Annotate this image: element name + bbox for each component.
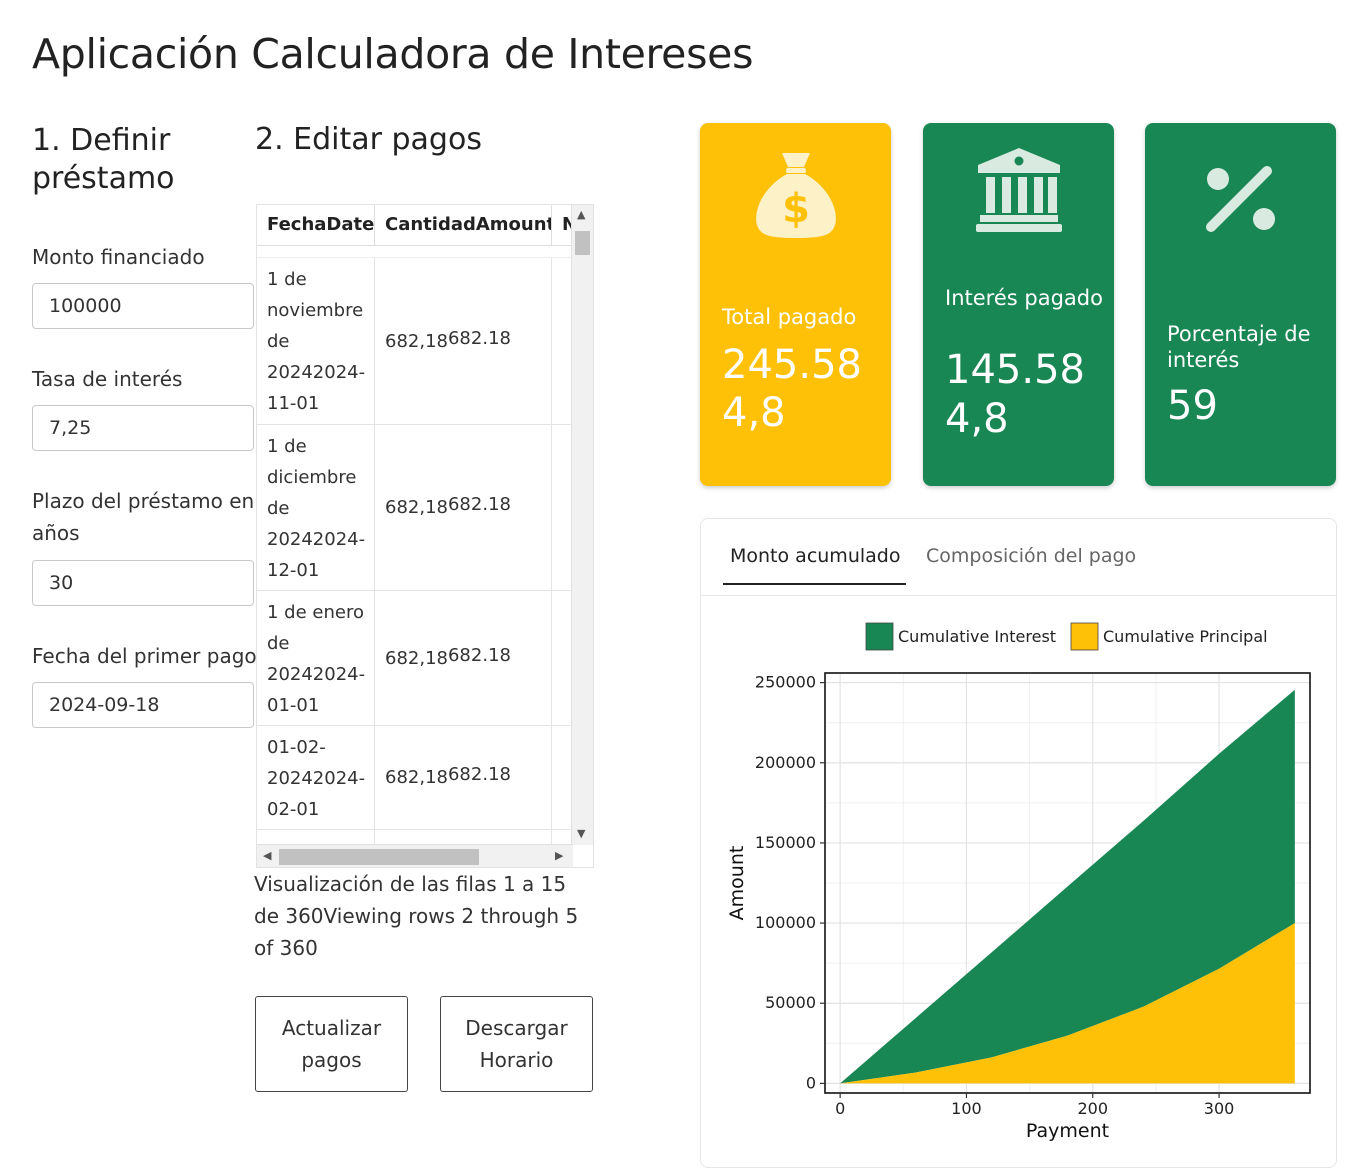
n-cell [552, 726, 573, 829]
bank-icon [923, 145, 1114, 235]
term-label: Plazo del préstamo en años [32, 489, 255, 545]
total-paid-value: 245.58 [722, 342, 862, 388]
money-bag-icon: $ [700, 149, 891, 239]
svg-text:$: $ [782, 186, 810, 232]
term-input[interactable]: 30 [32, 560, 254, 606]
amount-cell[interactable]: 682,18 682.18 [375, 258, 552, 424]
x-tick-label: 100 [951, 1099, 982, 1118]
page-title: Aplicación Calculadora de Intereses [32, 30, 754, 78]
y-tick-label: 0 [806, 1073, 816, 1092]
column-header-n[interactable]: N [552, 205, 573, 245]
horizontal-scrollbar[interactable]: ◀ ▶ [257, 844, 573, 867]
n-cell [552, 591, 573, 725]
rate-input[interactable]: 7,25 [32, 405, 254, 451]
date-cell[interactable]: 1 de noviembre de 20242024-11-01 [257, 258, 375, 424]
scroll-up-icon[interactable]: ▲ [577, 208, 585, 221]
payments-section-heading: 2. Editar pagos [255, 122, 482, 157]
chart-card: Monto acumulado Composición del pago 0 50… [700, 518, 1337, 1168]
amount-label: Monto financiado [32, 245, 205, 269]
interest-percentage-value: 59 [1167, 383, 1218, 429]
table-row[interactable]: 1 de diciembre de 20242024-12-01 682,18 6… [257, 425, 573, 591]
column-header-date[interactable]: FechaDate [257, 205, 375, 245]
total-paid-title: Total pagado [722, 305, 857, 329]
amount-cell[interactable]: 682,18 682.18 [375, 726, 552, 829]
amount-formatted: 682,18 [385, 647, 448, 669]
percent-icon [1145, 163, 1336, 243]
legend-label: Cumulative Principal [1103, 627, 1268, 646]
column-header-amount[interactable]: CantidadAmount [375, 205, 552, 245]
update-payments-button[interactable]: Actualizar pagos [255, 996, 408, 1092]
legend-key [865, 622, 894, 651]
horizontal-scroll-thumb[interactable] [279, 849, 479, 865]
x-tick-label: 300 [1204, 1099, 1235, 1118]
amount-cell[interactable]: 682,18 682.18 [375, 591, 552, 725]
table-info: Visualización de las filas 1 a 15 de 360… [254, 872, 579, 960]
total-paid-value-secondary: 4,8 [722, 390, 786, 436]
scroll-right-icon[interactable]: ▶ [555, 849, 563, 862]
tab-cumulative-amount[interactable]: Monto acumulado [723, 543, 907, 585]
n-cell [552, 258, 573, 424]
table-header: FechaDate CantidadAmount N [257, 205, 573, 246]
amount-input[interactable]: 100000 [32, 283, 254, 329]
scroll-down-icon[interactable]: ▼ [577, 827, 585, 840]
interest-percentage-title: Porcentaje de interés [1167, 322, 1311, 372]
first-payment-label: Fecha del primer pago [32, 644, 257, 668]
amount-raw: 682.18 [447, 644, 511, 666]
x-tick-label: 0 [835, 1099, 845, 1118]
amount-formatted: 682,18 [385, 330, 448, 352]
y-tick-label: 100000 [755, 913, 816, 932]
y-tick-label: 50000 [765, 993, 816, 1012]
payments-table[interactable]: FechaDate CantidadAmount N 1 de noviembr… [256, 204, 594, 868]
scroll-left-icon[interactable]: ◀ [263, 849, 271, 862]
date-cell[interactable]: 1 de diciembre de 20242024-12-01 [257, 425, 375, 590]
y-tick-label: 150000 [755, 833, 816, 852]
legend-label: Cumulative Interest [898, 627, 1056, 646]
total-paid-box: $ Total pagado 245.58 4,8 [700, 123, 891, 486]
x-tick-label: 200 [1077, 1099, 1108, 1118]
first-payment-input[interactable]: 2024-09-18 [32, 682, 254, 728]
x-axis-label: Payment [1026, 1120, 1109, 1142]
interest-paid-value: 145.58 [945, 347, 1085, 393]
interest-paid-value-secondary: 4,8 [945, 396, 1009, 442]
cumulative-area-chart: 0 50000 100000 150000 200000 250000 0 100 200 300… [726, 622, 1311, 1142]
n-cell [552, 425, 573, 590]
table-row[interactable]: 1 de noviembre de 20242024-11-01 682,18 6… [257, 258, 573, 425]
download-schedule-button[interactable]: Descargar Horario [440, 996, 593, 1092]
amount-raw: 682.18 [447, 494, 511, 515]
table-row[interactable]: 01-02-20242024-02-01 682,18 682.18 [257, 726, 573, 830]
interest-paid-title: Interés pagado [945, 286, 1103, 310]
amount-raw: 682.18 [447, 764, 511, 785]
interest-paid-box: Interés pagado 145.58 4,8 [923, 123, 1114, 486]
rate-label: Tasa de interés [32, 367, 183, 391]
date-cell[interactable]: 1 de enero de 20242024-01-01 [257, 591, 375, 725]
amount-cell[interactable]: 682,18 682.18 [375, 425, 552, 590]
y-tick-label: 250000 [755, 673, 816, 692]
y-axis-label: Amount [726, 846, 748, 921]
legend-key [1070, 622, 1099, 651]
date-cell[interactable]: 01-02-20242024-02-01 [257, 726, 375, 829]
interest-percentage-box: Porcentaje de interés 59 [1145, 123, 1336, 486]
tab-bar: Monto acumulado Composición del pago [701, 519, 1336, 596]
loan-section-heading: 1. Definir préstamo [32, 123, 175, 196]
y-tick-label: 200000 [755, 753, 816, 772]
amount-raw: 682.18 [447, 327, 511, 349]
table-row[interactable]: 1 de enero de 20242024-01-01 682,18 682.1… [257, 591, 573, 726]
vertical-scroll-thumb[interactable] [575, 231, 590, 255]
tab-payment-composition[interactable]: Composición del pago [926, 543, 1136, 583]
amount-formatted: 682,18 [385, 767, 448, 788]
vertical-scrollbar[interactable]: ▲ ▼ [571, 205, 593, 845]
table-body: 1 de noviembre de 20242024-11-01 682,18 6… [257, 257, 573, 867]
amount-formatted: 682,18 [385, 497, 448, 518]
